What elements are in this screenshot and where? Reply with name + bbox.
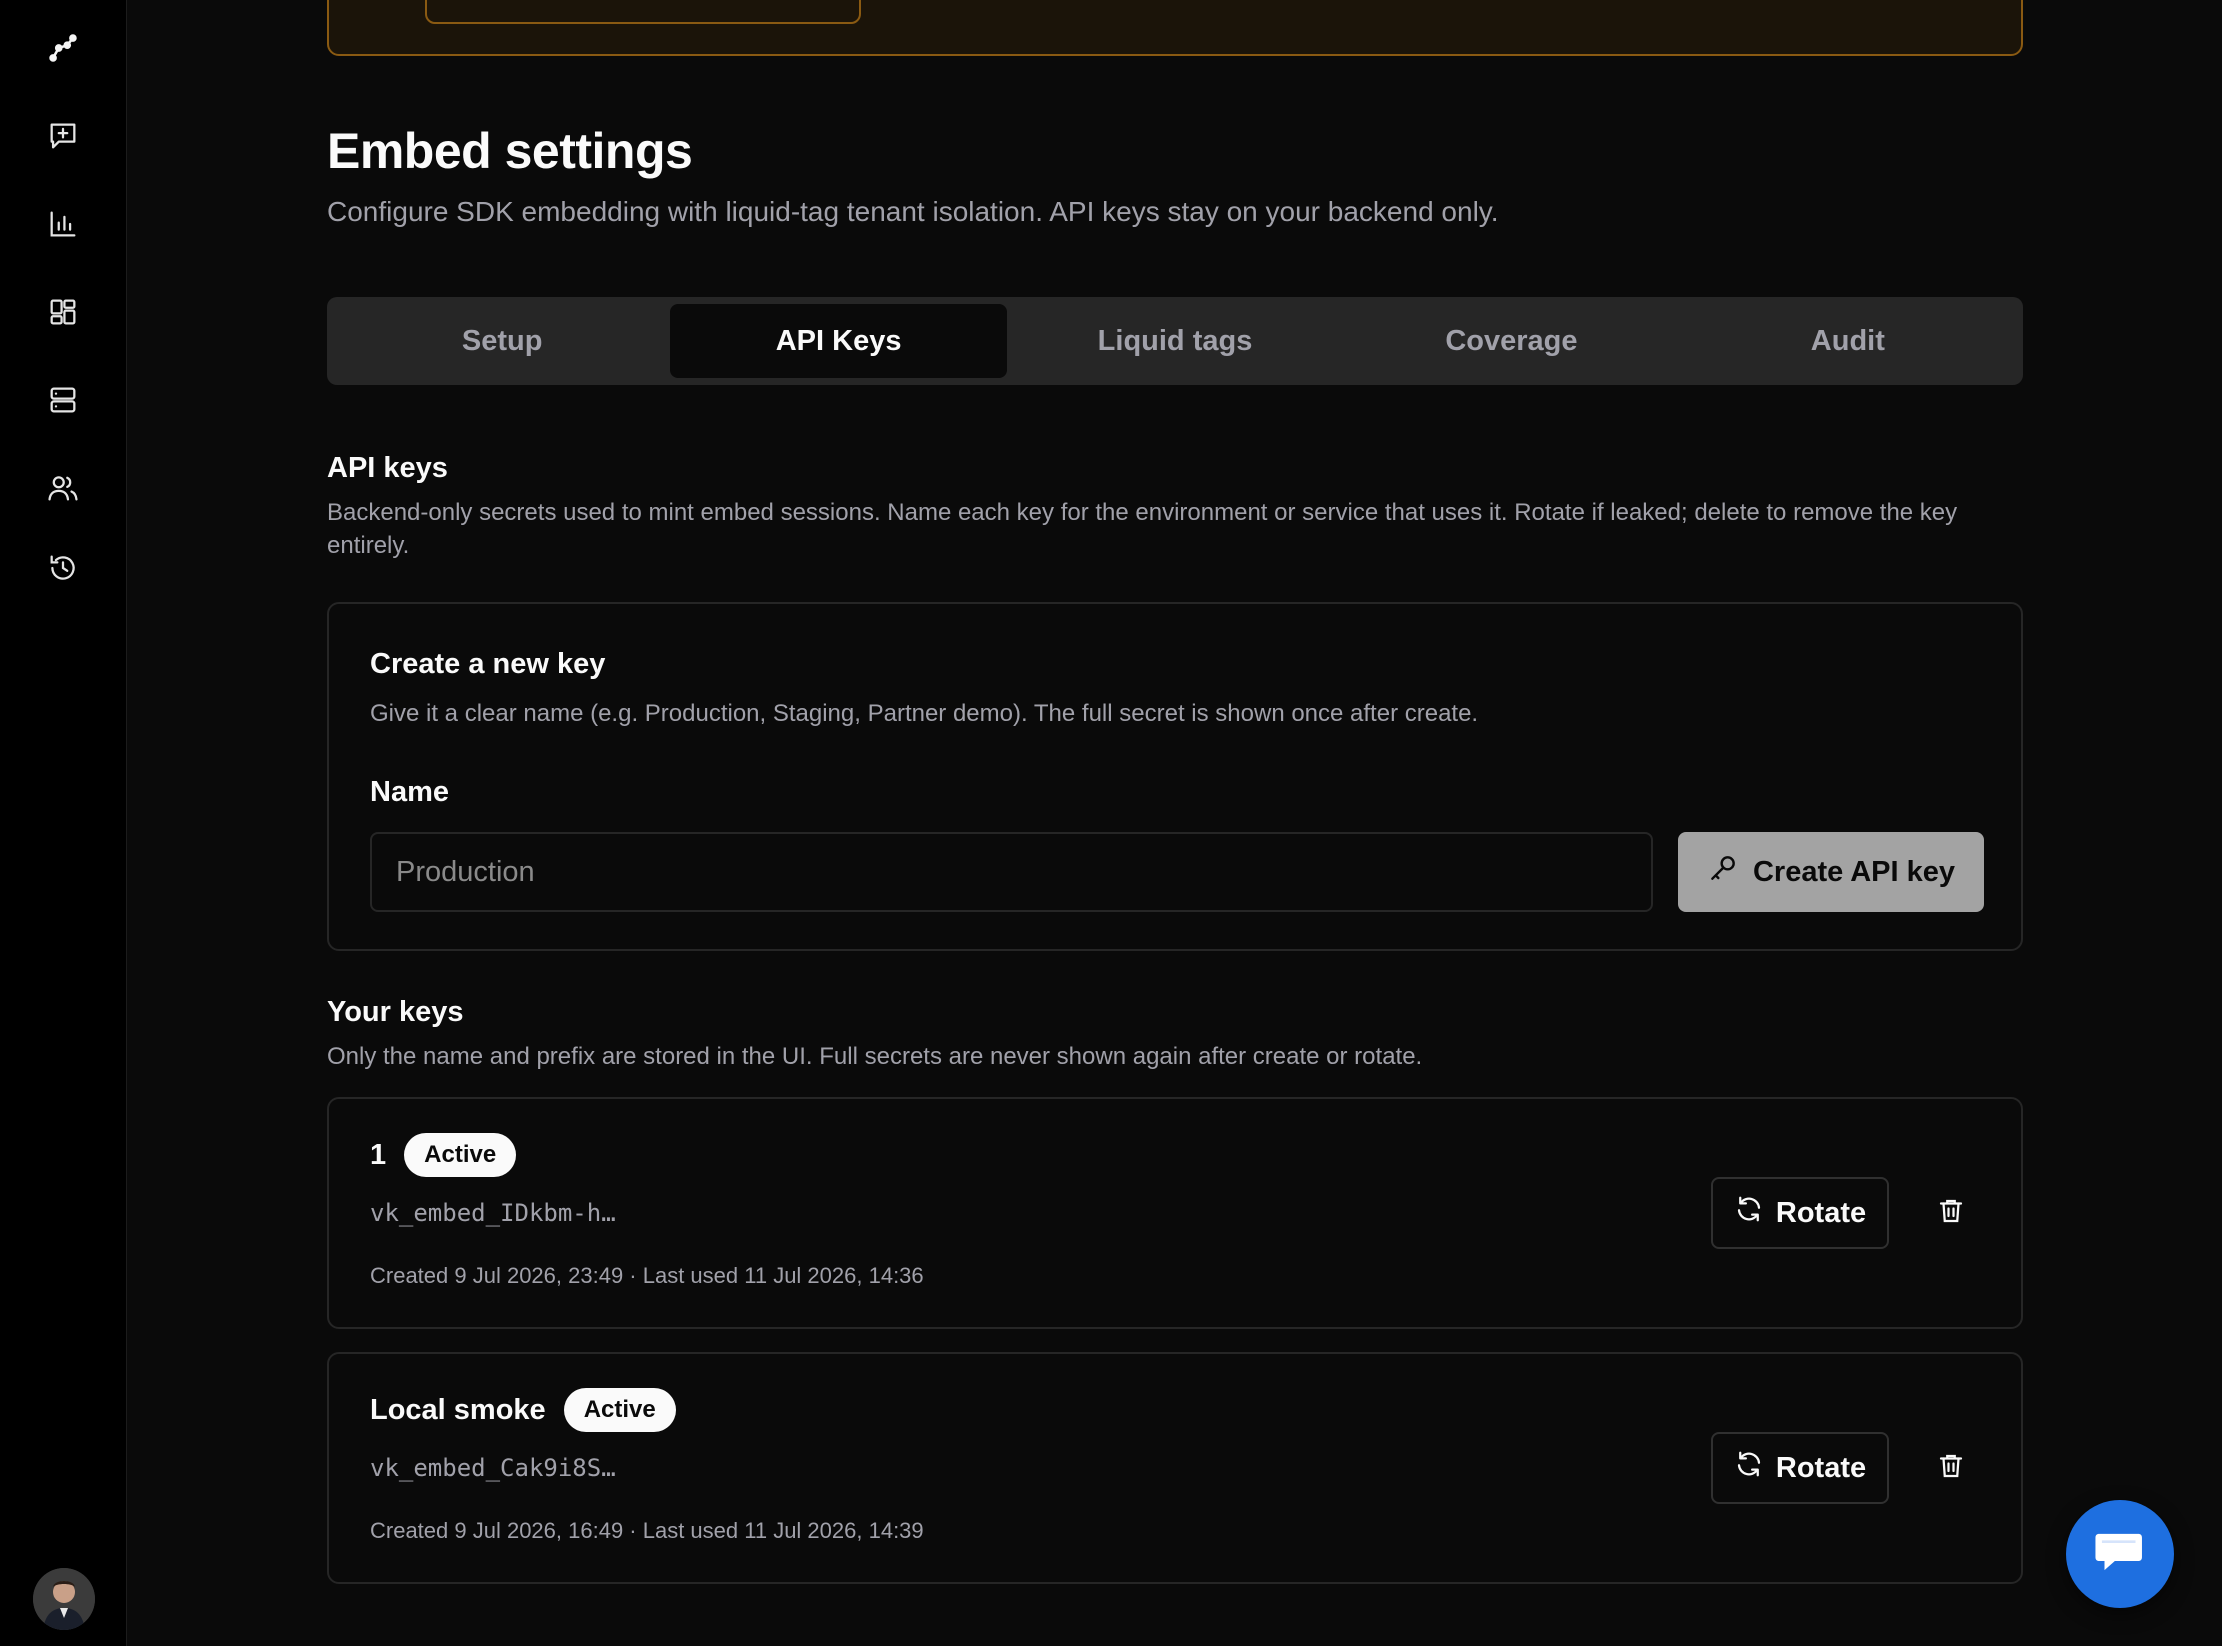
delete-key-button[interactable] bbox=[1929, 1191, 1973, 1235]
tab-setup[interactable]: Setup bbox=[334, 304, 670, 378]
tab-coverage[interactable]: Coverage bbox=[1343, 304, 1679, 378]
tab-api-keys[interactable]: API Keys bbox=[670, 304, 1007, 378]
create-key-description: Give it a clear name (e.g. Production, S… bbox=[370, 700, 1479, 727]
app-root: Embed settings Configure SDK embedding w… bbox=[0, 0, 2222, 1646]
create-key-title: Create a new key bbox=[370, 648, 606, 680]
key-meta: Created 9 Jul 2026, 23:49 · Last used 11… bbox=[370, 1263, 924, 1288]
warning-banner bbox=[327, 0, 2023, 56]
analytics-path-icon[interactable] bbox=[43, 28, 83, 68]
history-icon[interactable] bbox=[43, 548, 83, 588]
server-icon[interactable] bbox=[43, 380, 83, 420]
user-avatar[interactable] bbox=[33, 1568, 95, 1630]
delete-key-button[interactable] bbox=[1929, 1446, 1973, 1490]
key-meta: Created 9 Jul 2026, 16:49 · Last used 11… bbox=[370, 1518, 924, 1543]
key-card: 1 Active vk_embed_IDkbm-h… Created 9 Jul… bbox=[327, 1097, 2023, 1329]
rotate-label: Rotate bbox=[1775, 1451, 1867, 1484]
create-api-key-button[interactable]: Create API key bbox=[1678, 832, 1984, 912]
key-card: Local smoke Active vk_embed_Cak9i8S… Cre… bbox=[327, 1352, 2023, 1584]
your-keys-heading: Your keys bbox=[327, 996, 464, 1028]
rotate-label: Rotate bbox=[1775, 1196, 1867, 1229]
dashboard-icon[interactable] bbox=[43, 292, 83, 332]
key-name: Local smoke bbox=[370, 1393, 546, 1426]
api-keys-heading: API keys bbox=[327, 452, 448, 484]
settings-tabs: Setup API Keys Liquid tags Coverage Audi… bbox=[327, 297, 2023, 385]
status-badge: Active bbox=[563, 1388, 676, 1432]
create-api-key-label: Create API key bbox=[1752, 855, 1956, 888]
sidebar bbox=[0, 0, 127, 1646]
status-badge: Active bbox=[404, 1133, 517, 1177]
bar-chart-icon[interactable] bbox=[43, 204, 83, 244]
refresh-icon bbox=[1734, 1449, 1764, 1487]
create-key-card: Create a new key Give it a clear name (e… bbox=[327, 602, 2023, 951]
key-prefix: vk_embed_Cak9i8S… bbox=[370, 1454, 616, 1482]
key-name: 1 bbox=[370, 1138, 387, 1171]
chat-support-button[interactable] bbox=[2066, 1500, 2174, 1608]
rotate-key-button[interactable]: Rotate bbox=[1711, 1177, 1889, 1249]
users-icon[interactable] bbox=[43, 468, 83, 508]
key-header: 1 Active bbox=[370, 1133, 517, 1177]
key-prefix: vk_embed_IDkbm-h… bbox=[370, 1199, 616, 1227]
banner-action-button[interactable] bbox=[425, 0, 861, 24]
key-name-input[interactable] bbox=[370, 832, 1653, 912]
tab-audit[interactable]: Audit bbox=[1680, 304, 2016, 378]
trash-icon bbox=[1936, 1451, 1966, 1486]
rotate-key-button[interactable]: Rotate bbox=[1711, 1432, 1889, 1504]
page-subtitle: Configure SDK embedding with liquid-tag … bbox=[327, 196, 1499, 227]
new-chat-icon[interactable] bbox=[43, 116, 83, 156]
key-icon bbox=[1707, 852, 1739, 892]
your-keys-description: Only the name and prefix are stored in t… bbox=[327, 1043, 1423, 1070]
tab-liquid-tags[interactable]: Liquid tags bbox=[1007, 304, 1343, 378]
api-keys-description: Backend-only secrets used to mint embed … bbox=[327, 499, 1958, 559]
page-title: Embed settings bbox=[327, 123, 693, 179]
trash-icon bbox=[1936, 1196, 1966, 1231]
name-field-label: Name bbox=[370, 776, 449, 808]
refresh-icon bbox=[1734, 1194, 1764, 1232]
key-header: Local smoke Active bbox=[370, 1388, 676, 1432]
chat-bubble-icon bbox=[2089, 1521, 2151, 1588]
